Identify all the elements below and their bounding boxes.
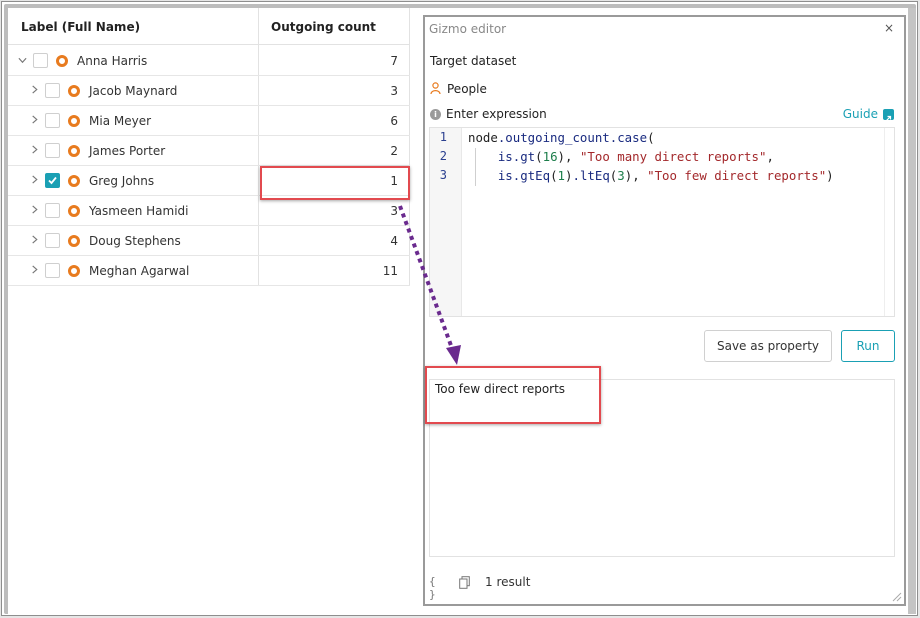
table-row[interactable]: Mia Meyer 6 [8, 106, 410, 136]
node-icon [56, 55, 68, 67]
row-label: Greg Johns [89, 174, 155, 188]
chevron-right-icon[interactable] [30, 265, 39, 274]
row-count: 2 [390, 144, 398, 158]
table-row[interactable]: Anna Harris 7 [8, 46, 410, 76]
chevron-right-icon[interactable] [30, 205, 39, 214]
row-count: 11 [382, 264, 398, 278]
table-row[interactable]: James Porter 2 [8, 136, 410, 166]
node-icon [68, 115, 80, 127]
row-checkbox[interactable] [45, 143, 60, 158]
code-line-1[interactable]: node.outgoing_count.case( [468, 130, 655, 145]
row-count: 3 [390, 204, 398, 218]
chevron-right-icon[interactable] [30, 235, 39, 244]
row-count: 4 [390, 234, 398, 248]
row-label: Jacob Maynard [89, 84, 178, 98]
panel-title: Gizmo editor [429, 22, 507, 36]
node-icon [68, 85, 80, 97]
row-count: 7 [390, 54, 398, 68]
row-label: Doug Stephens [89, 234, 181, 248]
info-icon[interactable]: i [430, 109, 441, 120]
chevron-right-icon[interactable] [30, 145, 39, 154]
table-row[interactable]: Yasmeen Hamidi 3 [8, 196, 410, 226]
external-link-icon[interactable] [883, 109, 894, 121]
row-checkbox-checked[interactable] [45, 173, 60, 188]
count-highlight-annotation [260, 166, 410, 200]
row-label: Anna Harris [77, 54, 148, 68]
result-highlight-annotation [425, 366, 601, 424]
line-number: 2 [439, 149, 447, 163]
node-icon [68, 145, 80, 157]
row-checkbox[interactable] [45, 233, 60, 248]
table-row[interactable]: Jacob Maynard 3 [8, 76, 410, 106]
line-number: 1 [439, 130, 447, 144]
row-count: 3 [390, 84, 398, 98]
json-view-icon[interactable]: { } [429, 575, 436, 601]
row-label: Meghan Agarwal [89, 264, 190, 278]
line-number-gutter: 1 2 3 [430, 128, 462, 316]
app-content: Label (Full Name) Outgoing count Anna Ha… [8, 8, 914, 614]
resize-handle-icon[interactable] [892, 592, 902, 602]
code-line-2[interactable]: is.gt(16), "Too many direct reports", [468, 149, 774, 164]
chevron-down-icon[interactable] [18, 56, 27, 65]
close-icon[interactable]: × [884, 21, 894, 35]
person-icon [430, 82, 441, 95]
save-as-property-button[interactable]: Save as property [704, 330, 832, 362]
node-icon [68, 265, 80, 277]
row-label: Mia Meyer [89, 114, 152, 128]
copy-icon[interactable] [459, 576, 470, 589]
editor-scrollbar[interactable] [884, 128, 894, 316]
header-label[interactable]: Label (Full Name) [21, 20, 140, 34]
row-count: 6 [390, 114, 398, 128]
gizmo-editor-panel: Gizmo editor × Target dataset People i E… [423, 15, 906, 606]
row-checkbox[interactable] [45, 113, 60, 128]
code-editor[interactable]: 1 2 3 node.outgoing_count.case( is.gt(16… [429, 127, 895, 317]
expression-label: Enter expression [446, 107, 547, 121]
node-icon [68, 175, 80, 187]
table-row[interactable]: Meghan Agarwal 11 [8, 256, 410, 286]
dataset-name[interactable]: People [447, 82, 487, 96]
row-checkbox[interactable] [45, 263, 60, 278]
row-label: Yasmeen Hamidi [89, 204, 189, 218]
code-line-3[interactable]: is.gtEq(1).ltEq(3), "Too few direct repo… [468, 168, 834, 183]
guide-link[interactable]: Guide [843, 107, 878, 121]
row-checkbox[interactable] [45, 83, 60, 98]
node-icon [68, 205, 80, 217]
target-dataset-label: Target dataset [430, 54, 517, 68]
chevron-right-icon[interactable] [30, 115, 39, 124]
row-label: James Porter [89, 144, 166, 158]
result-count: 1 result [485, 575, 531, 589]
row-checkbox[interactable] [45, 203, 60, 218]
node-icon [68, 235, 80, 247]
table-row[interactable]: Doug Stephens 4 [8, 226, 410, 256]
header-outgoing-count[interactable]: Outgoing count [271, 20, 376, 34]
row-checkbox[interactable] [33, 53, 48, 68]
chevron-right-icon[interactable] [30, 85, 39, 94]
run-button[interactable]: Run [841, 330, 895, 362]
checkmark-icon [48, 176, 57, 185]
right-shadow [908, 8, 916, 614]
chevron-right-icon[interactable] [30, 175, 39, 184]
line-number: 3 [439, 168, 447, 182]
table-header: Label (Full Name) Outgoing count [8, 8, 410, 45]
